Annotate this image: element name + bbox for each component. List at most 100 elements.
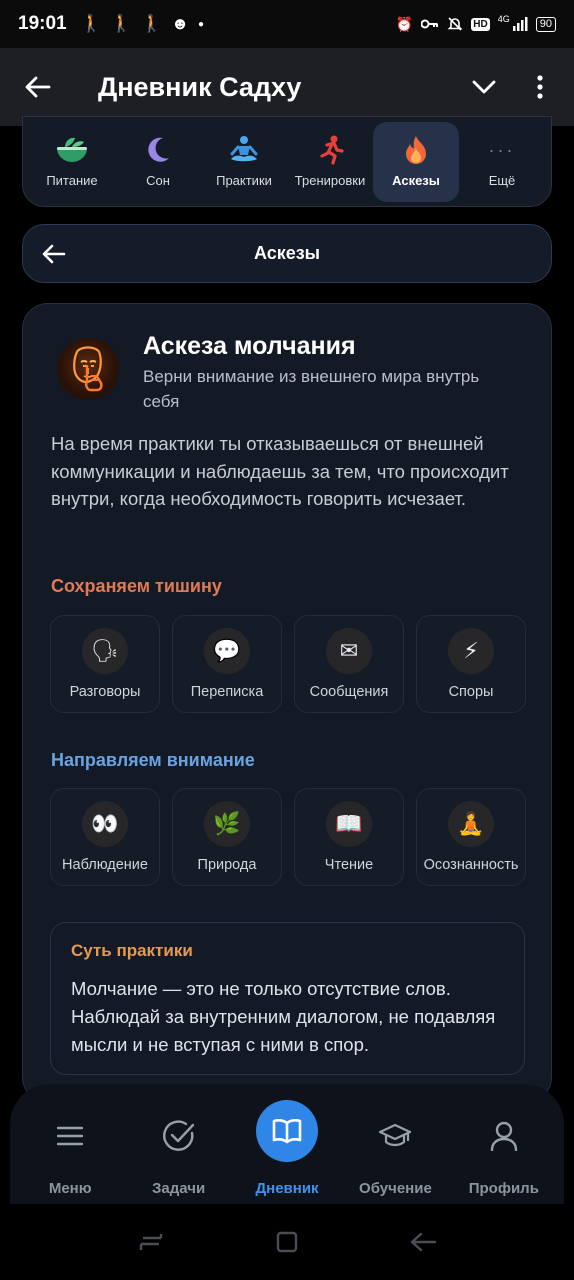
moon-icon bbox=[145, 135, 171, 165]
nav-learning[interactable]: Обучение bbox=[341, 1084, 449, 1197]
back-button[interactable] bbox=[8, 57, 68, 117]
chip-label: Сообщения bbox=[309, 684, 389, 700]
tab-label: Питание bbox=[46, 173, 98, 188]
system-back-button[interactable] bbox=[403, 1222, 443, 1262]
chip-reading[interactable]: 📖 Чтение bbox=[294, 788, 404, 886]
walking-icon: 🚶 bbox=[110, 14, 132, 33]
nav-label: Обучение bbox=[359, 1180, 432, 1197]
nav-menu[interactable]: Меню bbox=[16, 1084, 124, 1197]
home-button[interactable] bbox=[267, 1222, 307, 1262]
chip-label: Разговоры bbox=[69, 684, 141, 700]
status-time: 19:01 bbox=[18, 13, 67, 34]
ascesis-description: На время практики ты отказываешься от вн… bbox=[51, 433, 509, 509]
chip-messages[interactable]: ✉ Сообщения bbox=[294, 615, 404, 713]
envelope-icon: ✉ bbox=[326, 628, 372, 674]
check-circle-icon bbox=[159, 1116, 199, 1156]
nav-label: Дневник bbox=[255, 1180, 319, 1197]
chip-label: Наблюдение bbox=[62, 857, 148, 873]
nav-diary[interactable]: Дневник bbox=[233, 1084, 341, 1197]
section-title: Аскезы bbox=[253, 243, 321, 263]
mute-bell-icon bbox=[447, 17, 463, 31]
flame-icon bbox=[404, 135, 428, 165]
practice-essence-box: Суть практики Молчание — это не только о… bbox=[50, 922, 525, 1075]
chip-observation[interactable]: 👀 Наблюдение bbox=[50, 788, 160, 886]
dot-icon: ● bbox=[198, 18, 205, 30]
chip-arguments[interactable]: ⚡ Споры bbox=[416, 615, 526, 713]
chip-nature[interactable]: 🌿 Природа bbox=[172, 788, 282, 886]
running-icon bbox=[315, 135, 345, 165]
tab-workouts[interactable]: Тренировки bbox=[287, 122, 373, 202]
recent-apps-button[interactable] bbox=[131, 1222, 171, 1262]
herb-icon: 🌿 bbox=[204, 801, 250, 847]
arrow-left-icon bbox=[25, 76, 51, 98]
essence-text: Молчание — это не только отсутствие слов… bbox=[71, 978, 496, 1055]
tab-label: Тренировки bbox=[294, 173, 366, 188]
tab-sleep[interactable]: Сон bbox=[115, 122, 201, 202]
section-back-button[interactable] bbox=[23, 224, 85, 283]
app-bar: Дневник Садху bbox=[0, 48, 574, 126]
silence-chips: 🗣 Разговоры 💬 Переписка ✉ Сообщения ⚡ Сп… bbox=[50, 615, 526, 713]
chip-label: Осознанность bbox=[423, 857, 519, 873]
network-type: 4G bbox=[497, 14, 510, 24]
ascesis-card: Аскеза молчания Верни внимание из внешне… bbox=[22, 303, 552, 1103]
signal-icon bbox=[512, 17, 528, 31]
lotus-position-icon: 🧘 bbox=[448, 801, 494, 847]
smiley-icon: ☻ bbox=[171, 14, 190, 33]
recent-apps-icon bbox=[139, 1234, 163, 1250]
tab-practices[interactable]: Практики bbox=[201, 122, 287, 202]
hd-badge: HD bbox=[471, 17, 490, 31]
home-square-icon bbox=[276, 1231, 298, 1253]
speaking-head-icon: 🗣 bbox=[82, 628, 128, 674]
book-icon: 📖 bbox=[326, 801, 372, 847]
walking-icon: 🚶 bbox=[140, 14, 163, 33]
user-icon bbox=[484, 1116, 524, 1156]
app-title: Дневник Садху bbox=[98, 71, 302, 102]
chip-label: Переписка bbox=[190, 684, 264, 700]
tab-ascesis[interactable]: Аскезы bbox=[373, 121, 459, 202]
eyes-icon: 👀 bbox=[82, 801, 128, 847]
chip-correspondence[interactable]: 💬 Переписка bbox=[172, 615, 282, 713]
chip-conversations[interactable]: 🗣 Разговоры bbox=[50, 615, 160, 713]
nav-label: Профиль bbox=[468, 1180, 539, 1197]
open-book-icon bbox=[256, 1100, 319, 1162]
dropdown-button[interactable] bbox=[456, 59, 512, 115]
meditation-icon bbox=[228, 135, 260, 165]
section-header: Аскезы bbox=[22, 224, 552, 283]
menu-icon bbox=[50, 1116, 90, 1156]
chevron-down-icon bbox=[472, 80, 496, 94]
status-notification-icons: 🚶 🚶 🚶 ☻ ● bbox=[81, 14, 204, 34]
category-tabs: Питание Сон Практики Тренировки Аскезы ·… bbox=[22, 116, 552, 207]
nav-label: Задачи bbox=[152, 1180, 206, 1197]
nav-tasks[interactable]: Задачи bbox=[124, 1084, 232, 1197]
nav-profile[interactable]: Профиль bbox=[450, 1084, 558, 1197]
tab-label: Ещё bbox=[488, 173, 516, 188]
overflow-menu-button[interactable] bbox=[512, 59, 568, 115]
battery-icon: 90 bbox=[535, 16, 556, 32]
key-icon bbox=[421, 19, 439, 29]
graduation-cap-icon bbox=[375, 1116, 415, 1156]
back-arrow-icon bbox=[410, 1232, 437, 1252]
chip-label: Природа bbox=[197, 857, 257, 873]
attention-group-title: Направляем внимание bbox=[51, 750, 255, 770]
bowl-icon bbox=[55, 135, 89, 165]
alarm-icon: ⏰ bbox=[395, 15, 414, 32]
nav-label: Меню bbox=[48, 1180, 92, 1197]
arrow-left-icon bbox=[42, 244, 66, 263]
silence-face-icon bbox=[57, 338, 119, 400]
tab-more[interactable]: ··· Ещё bbox=[459, 122, 545, 202]
speech-bubble-icon: 💬 bbox=[204, 628, 250, 674]
tab-label: Аскезы bbox=[392, 173, 440, 188]
tab-label: Сон bbox=[146, 173, 170, 188]
tab-nutrition[interactable]: Питание bbox=[29, 122, 115, 202]
ascesis-subtitle: Верни внимание из внешнего мира внутрь с… bbox=[143, 367, 480, 411]
chip-mindfulness[interactable]: 🧘 Осознанность bbox=[416, 788, 526, 886]
system-navigation-bar bbox=[0, 1204, 574, 1280]
chip-label: Споры bbox=[448, 684, 494, 700]
more-icon: ··· bbox=[488, 139, 516, 160]
status-bar: 19:01 🚶 🚶 🚶 ☻ ● ⏰ HD 4G 90 bbox=[0, 0, 574, 48]
attention-chips: 👀 Наблюдение 🌿 Природа 📖 Чтение 🧘 Осозна… bbox=[50, 788, 526, 886]
chip-label: Чтение bbox=[324, 857, 374, 873]
status-system-icons: ⏰ HD 4G 90 bbox=[395, 14, 556, 33]
more-vertical-icon bbox=[537, 75, 543, 99]
ascesis-title: Аскеза молчания bbox=[143, 332, 356, 360]
